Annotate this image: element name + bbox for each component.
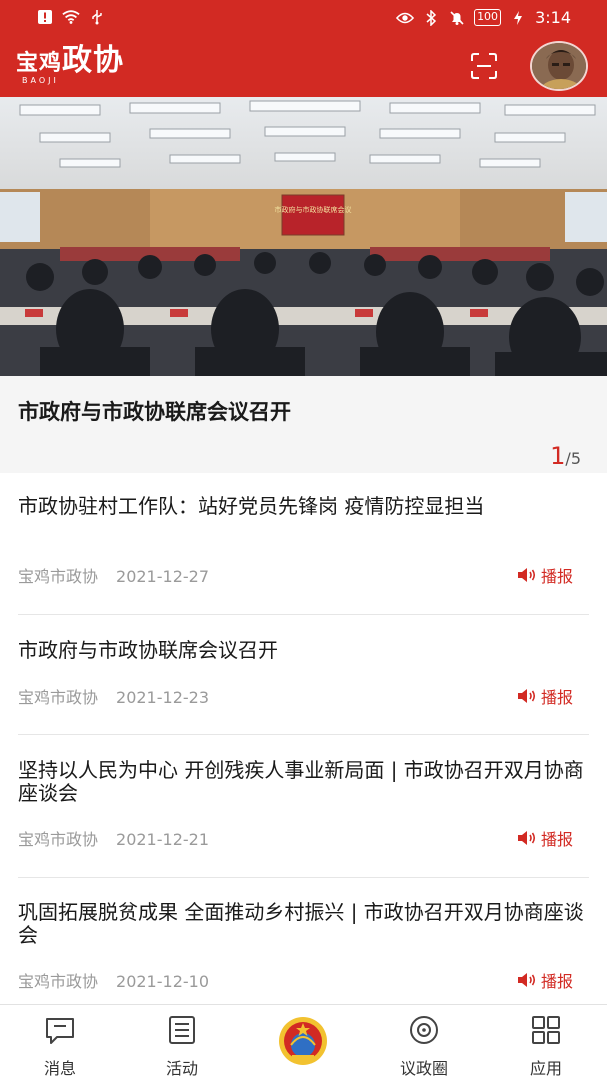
news-date: 2021-12-27 xyxy=(116,567,209,586)
news-source: 宝鸡市政协 xyxy=(18,972,99,991)
bottom-nav: 消息 活动 议政圈 应用 xyxy=(0,1004,607,1080)
banner-carousel[interactable]: 市政府与市政协联席会议 xyxy=(0,97,607,376)
news-source: 宝鸡市政协 xyxy=(18,688,99,707)
news-list: 市政协驻村工作队：站好党员先锋岗 疫情防控显担当 宝鸡市政协 2021-12-27… xyxy=(0,473,607,1008)
screen-text: 市政府与市政协联席会议 xyxy=(275,205,352,214)
news-title[interactable]: 市政协驻村工作队：站好党员先锋岗 疫情防控显担当 xyxy=(18,495,578,518)
bluetooth-icon xyxy=(422,9,440,27)
apps-grid-icon xyxy=(532,1016,560,1044)
broadcast-button[interactable]: 播报 xyxy=(517,563,573,587)
nav-activities[interactable]: 活动 xyxy=(142,1013,222,1079)
news-date: 2021-12-10 xyxy=(116,972,209,991)
cppcc-emblem-icon xyxy=(279,1017,327,1065)
broadcast-button[interactable]: 播报 xyxy=(517,684,573,708)
scan-button[interactable] xyxy=(468,50,500,82)
news-meta: 宝鸡市政协 2021-12-27 xyxy=(18,563,209,587)
news-item[interactable]: 巩固拓展脱贫成果 全面推动乡村振兴 | 市政协召开双月协商座谈会 宝鸡市政协 20… xyxy=(18,878,589,1008)
nav-messages[interactable]: 消息 xyxy=(20,1013,100,1079)
news-source: 宝鸡市政协 xyxy=(18,830,99,849)
speaker-icon xyxy=(517,568,536,582)
app-logo: 宝鸡政协 BAOJI xyxy=(16,43,125,86)
nav-label: 议政圈 xyxy=(399,1059,448,1078)
news-title[interactable]: 市政府与市政协联席会议召开 xyxy=(18,639,578,662)
nav-label: 活动 xyxy=(165,1059,198,1078)
nav-circle[interactable]: 议政圈 xyxy=(384,1013,464,1079)
news-title[interactable]: 坚持以人民为中心 开创残疾人事业新局面 | 市政协召开双月协商座谈会 xyxy=(18,759,589,805)
discussion-circle-icon xyxy=(410,1016,438,1044)
status-bar: 100 3:14 xyxy=(0,0,607,36)
speaker-icon xyxy=(517,831,536,845)
broadcast-button[interactable]: 播报 xyxy=(517,968,573,992)
user-avatar[interactable] xyxy=(530,41,588,91)
clock: 3:14 xyxy=(535,8,571,27)
carousel-pager: 1/5 xyxy=(550,442,581,470)
broadcast-button[interactable]: 播报 xyxy=(517,826,573,850)
speaker-icon xyxy=(517,973,536,987)
news-meta: 宝鸡市政协 2021-12-21 xyxy=(18,826,209,850)
mute-bell-icon xyxy=(448,9,466,27)
news-meta: 宝鸡市政协 2021-12-10 xyxy=(18,968,209,992)
news-title[interactable]: 巩固拓展脱贫成果 全面推动乡村振兴 | 市政协召开双月协商座谈会 xyxy=(18,901,589,947)
nav-label: 应用 xyxy=(529,1059,562,1078)
speaker-icon xyxy=(517,689,536,703)
news-item[interactable]: 坚持以人民为中心 开创残疾人事业新局面 | 市政协召开双月协商座谈会 宝鸡市政协… xyxy=(18,735,589,878)
banner-caption[interactable]: 市政府与市政协联席会议召开 1/5 xyxy=(0,376,607,473)
pager-total: /5 xyxy=(565,449,581,468)
scan-icon xyxy=(471,53,497,79)
notification-alert-icon xyxy=(36,8,54,26)
banner-title[interactable]: 市政府与市政协联席会议召开 xyxy=(18,396,291,426)
nav-label: 消息 xyxy=(43,1059,76,1078)
news-meta: 宝鸡市政协 2021-12-23 xyxy=(18,684,209,708)
cppcc-emblem-button[interactable] xyxy=(272,1015,334,1067)
news-date: 2021-12-23 xyxy=(116,688,209,707)
charging-icon xyxy=(509,9,527,27)
activity-list-icon xyxy=(169,1016,195,1044)
message-icon xyxy=(46,1018,74,1044)
usb-icon xyxy=(88,8,106,26)
nav-apps[interactable]: 应用 xyxy=(506,1013,586,1079)
eye-icon xyxy=(396,9,415,27)
app-header: 宝鸡政协 BAOJI xyxy=(0,36,607,97)
meeting-photo: 市政府与市政协联席会议 xyxy=(0,97,607,376)
pager-current: 1 xyxy=(550,442,566,470)
news-item[interactable]: 市政府与市政协联席会议召开 宝鸡市政协 2021-12-23 播报 xyxy=(18,615,589,735)
wifi-icon xyxy=(62,8,80,26)
battery-indicator: 100 xyxy=(474,9,502,26)
news-item[interactable]: 市政协驻村工作队：站好党员先锋岗 疫情防控显担当 宝鸡市政协 2021-12-27… xyxy=(18,473,589,615)
news-source: 宝鸡市政协 xyxy=(18,567,99,586)
news-date: 2021-12-21 xyxy=(116,830,209,849)
